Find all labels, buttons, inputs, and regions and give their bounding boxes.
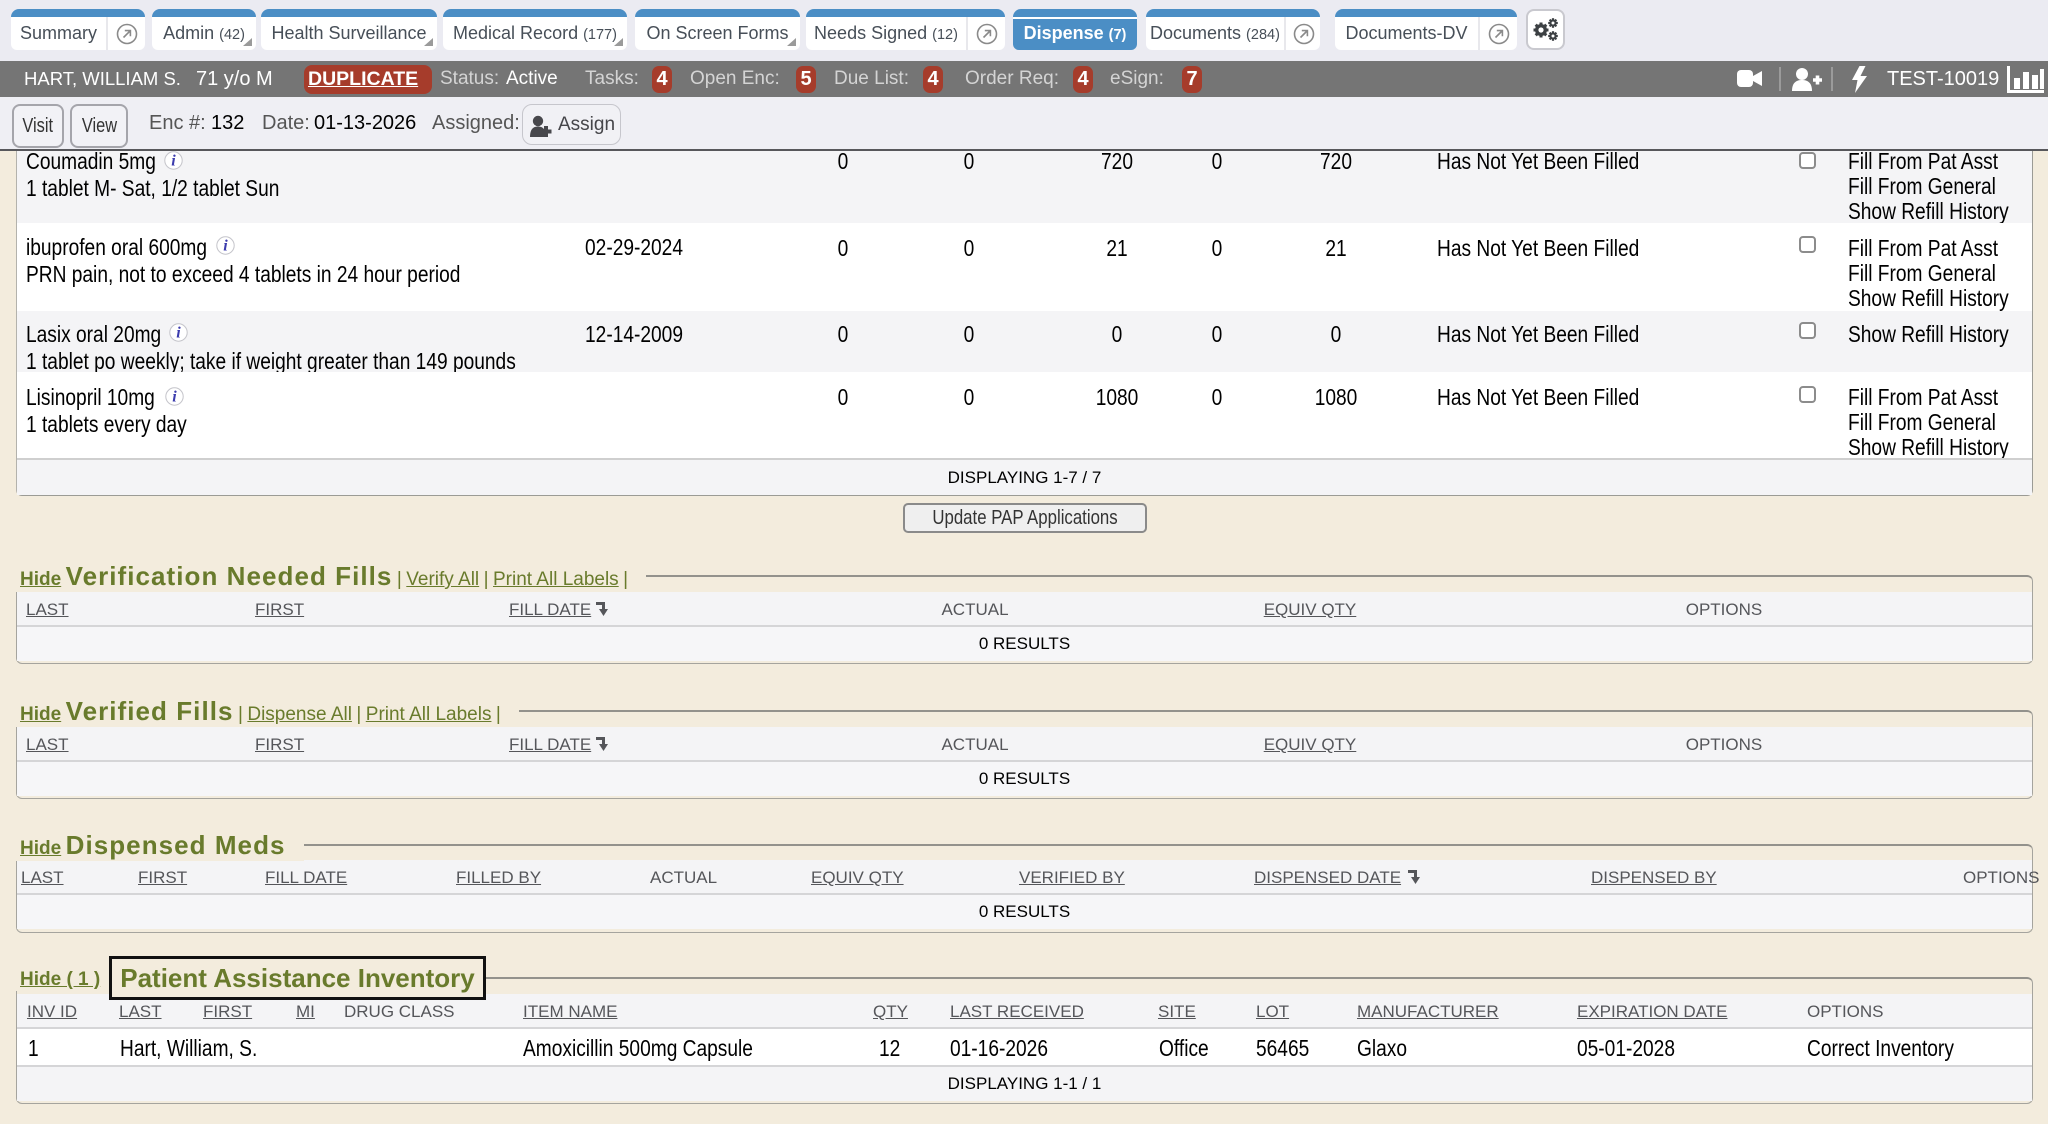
svg-text:i: i	[172, 389, 177, 406]
svg-text:i: i	[171, 153, 176, 170]
svg-text:i: i	[176, 325, 181, 342]
svg-text:i: i	[223, 238, 228, 255]
